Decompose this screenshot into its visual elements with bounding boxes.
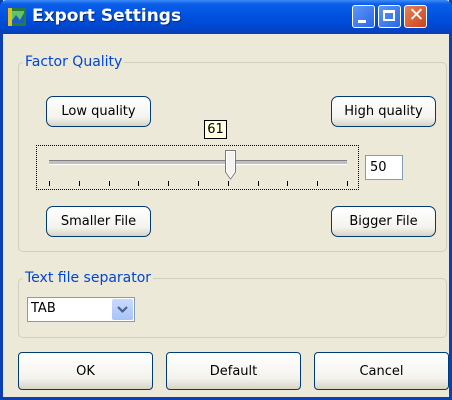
default-button[interactable]: Default bbox=[166, 352, 301, 390]
slider-tick bbox=[108, 181, 110, 186]
slider-tick bbox=[49, 181, 50, 186]
separator-select[interactable]: TAB bbox=[27, 297, 135, 322]
text-separator-legend: Text file separator bbox=[25, 270, 152, 286]
export-settings-window: Export Settings ✕ Factor Quality Low qua… bbox=[0, 0, 452, 400]
slider-tick bbox=[317, 181, 319, 186]
minimize-icon bbox=[358, 20, 366, 23]
slider-tick bbox=[78, 181, 80, 186]
maximize-button[interactable] bbox=[378, 5, 401, 28]
slider-tick bbox=[138, 181, 140, 186]
slider-tick bbox=[227, 181, 229, 186]
separator-select-value: TAB bbox=[31, 301, 56, 316]
cancel-button[interactable]: Cancel bbox=[314, 352, 449, 390]
slider-tick bbox=[168, 181, 170, 186]
quality-slider[interactable] bbox=[36, 145, 359, 190]
ok-button[interactable]: OK bbox=[18, 352, 153, 390]
high-quality-button[interactable]: High quality bbox=[331, 96, 436, 127]
slider-value-tooltip: 61 bbox=[204, 120, 227, 139]
chevron-down-icon bbox=[117, 306, 128, 314]
app-icon bbox=[8, 8, 26, 26]
slider-tick bbox=[198, 181, 199, 186]
bigger-file-button[interactable]: Bigger File bbox=[331, 206, 436, 237]
factor-quality-legend: Factor Quality bbox=[25, 54, 123, 70]
dropdown-button[interactable] bbox=[112, 299, 133, 320]
close-button[interactable]: ✕ bbox=[404, 4, 427, 28]
smaller-file-button[interactable]: Smaller File bbox=[46, 206, 151, 237]
low-quality-button[interactable]: Low quality bbox=[46, 96, 151, 127]
slider-tick bbox=[257, 181, 259, 186]
close-icon: ✕ bbox=[408, 4, 425, 26]
minimize-button[interactable] bbox=[352, 5, 375, 28]
window-title: Export Settings bbox=[32, 6, 182, 26]
slider-thumb[interactable] bbox=[225, 150, 237, 180]
slider-tick bbox=[287, 181, 289, 186]
quality-value-field[interactable]: 50 bbox=[365, 155, 403, 180]
title-bar[interactable]: Export Settings ✕ bbox=[0, 0, 452, 34]
slider-tick bbox=[347, 181, 348, 186]
slider-track bbox=[49, 160, 347, 165]
maximize-icon bbox=[383, 10, 395, 21]
